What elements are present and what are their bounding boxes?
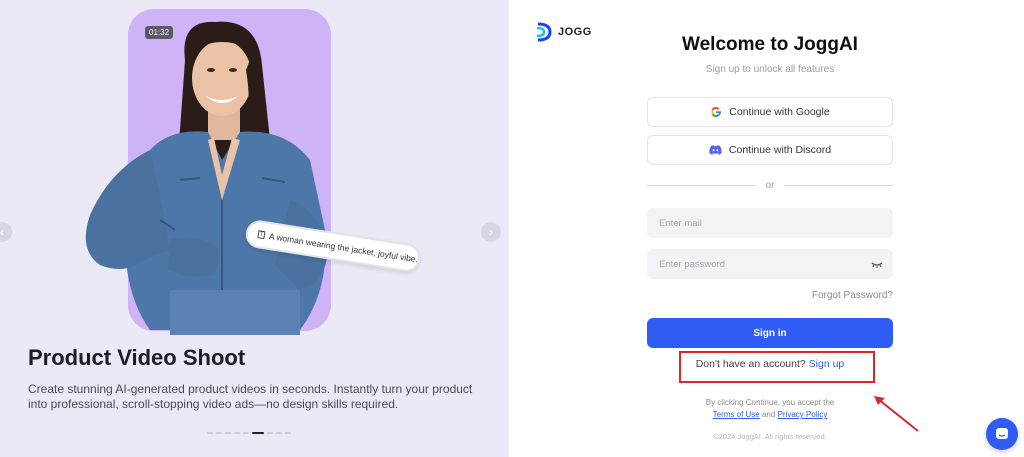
terms-of-use-link[interactable]: Terms of Use [713,410,760,419]
carousel-dot[interactable] [225,432,231,434]
text-prompt-icon: T [257,230,266,240]
form-title: Welcome to JoggAI [682,34,858,55]
hero-description: Create stunning AI-generated product vid… [28,382,473,411]
logo-text: JOGG [558,26,592,38]
password-field [647,249,893,279]
terms-links: Terms of Use and Privacy Policy [647,410,893,419]
brand-logo[interactable]: JOGG [536,22,592,42]
carousel-indicators [207,432,291,434]
divider-line [647,185,756,186]
terms-and-text: and [761,410,776,419]
carousel-dot[interactable] [216,432,222,434]
carousel-dot[interactable] [207,432,213,434]
carousel-dot-active[interactable] [252,432,264,434]
discord-icon [709,145,722,155]
continue-with-google-button[interactable]: Continue with Google [647,97,893,127]
jogg-logo-icon [536,22,552,42]
chevron-right-icon: › [489,225,493,239]
divider-line [784,185,893,186]
carousel-dot[interactable] [285,432,291,434]
forgot-password-link[interactable]: Forgot Password? [812,290,893,301]
eye-hidden-icon[interactable] [871,259,883,269]
terms-notice: By clicking Continue, you accept the [705,398,835,407]
signup-highlight-box [679,351,875,383]
red-arrow-annotation [874,396,919,432]
carousel-next-button[interactable]: › [481,222,501,242]
chat-icon [996,428,1008,439]
chat-support-button[interactable] [986,418,1018,450]
carousel-dot[interactable] [267,432,273,434]
divider-text: or [765,180,775,191]
continue-with-discord-button[interactable]: Continue with Discord [647,135,893,165]
copyright-text: ©2024 JoggAI. All rights reserved. [713,432,827,441]
video-timer: 01:32 [145,26,174,39]
google-icon [711,107,722,117]
discord-button-label: Continue with Discord [728,144,832,156]
hero-panel: 01:32 T A woman wearing the jacket, joyf… [0,0,509,457]
google-button-label: Continue with Google [729,106,830,118]
model-photo [85,21,328,335]
password-input[interactable] [647,249,893,279]
or-divider: or [647,180,893,191]
form-subtitle: Sign up to unlock all features [705,64,835,75]
sign-in-button[interactable]: Sign in [647,318,893,348]
carousel-dot[interactable] [276,432,282,434]
carousel-dot[interactable] [243,432,249,434]
carousel-dot[interactable] [234,432,240,434]
privacy-policy-link[interactable]: Privacy Policy [778,410,828,419]
email-input[interactable] [647,208,893,238]
hero-title: Product Video Shoot [28,345,246,370]
chevron-left-icon: ‹ [0,225,4,239]
